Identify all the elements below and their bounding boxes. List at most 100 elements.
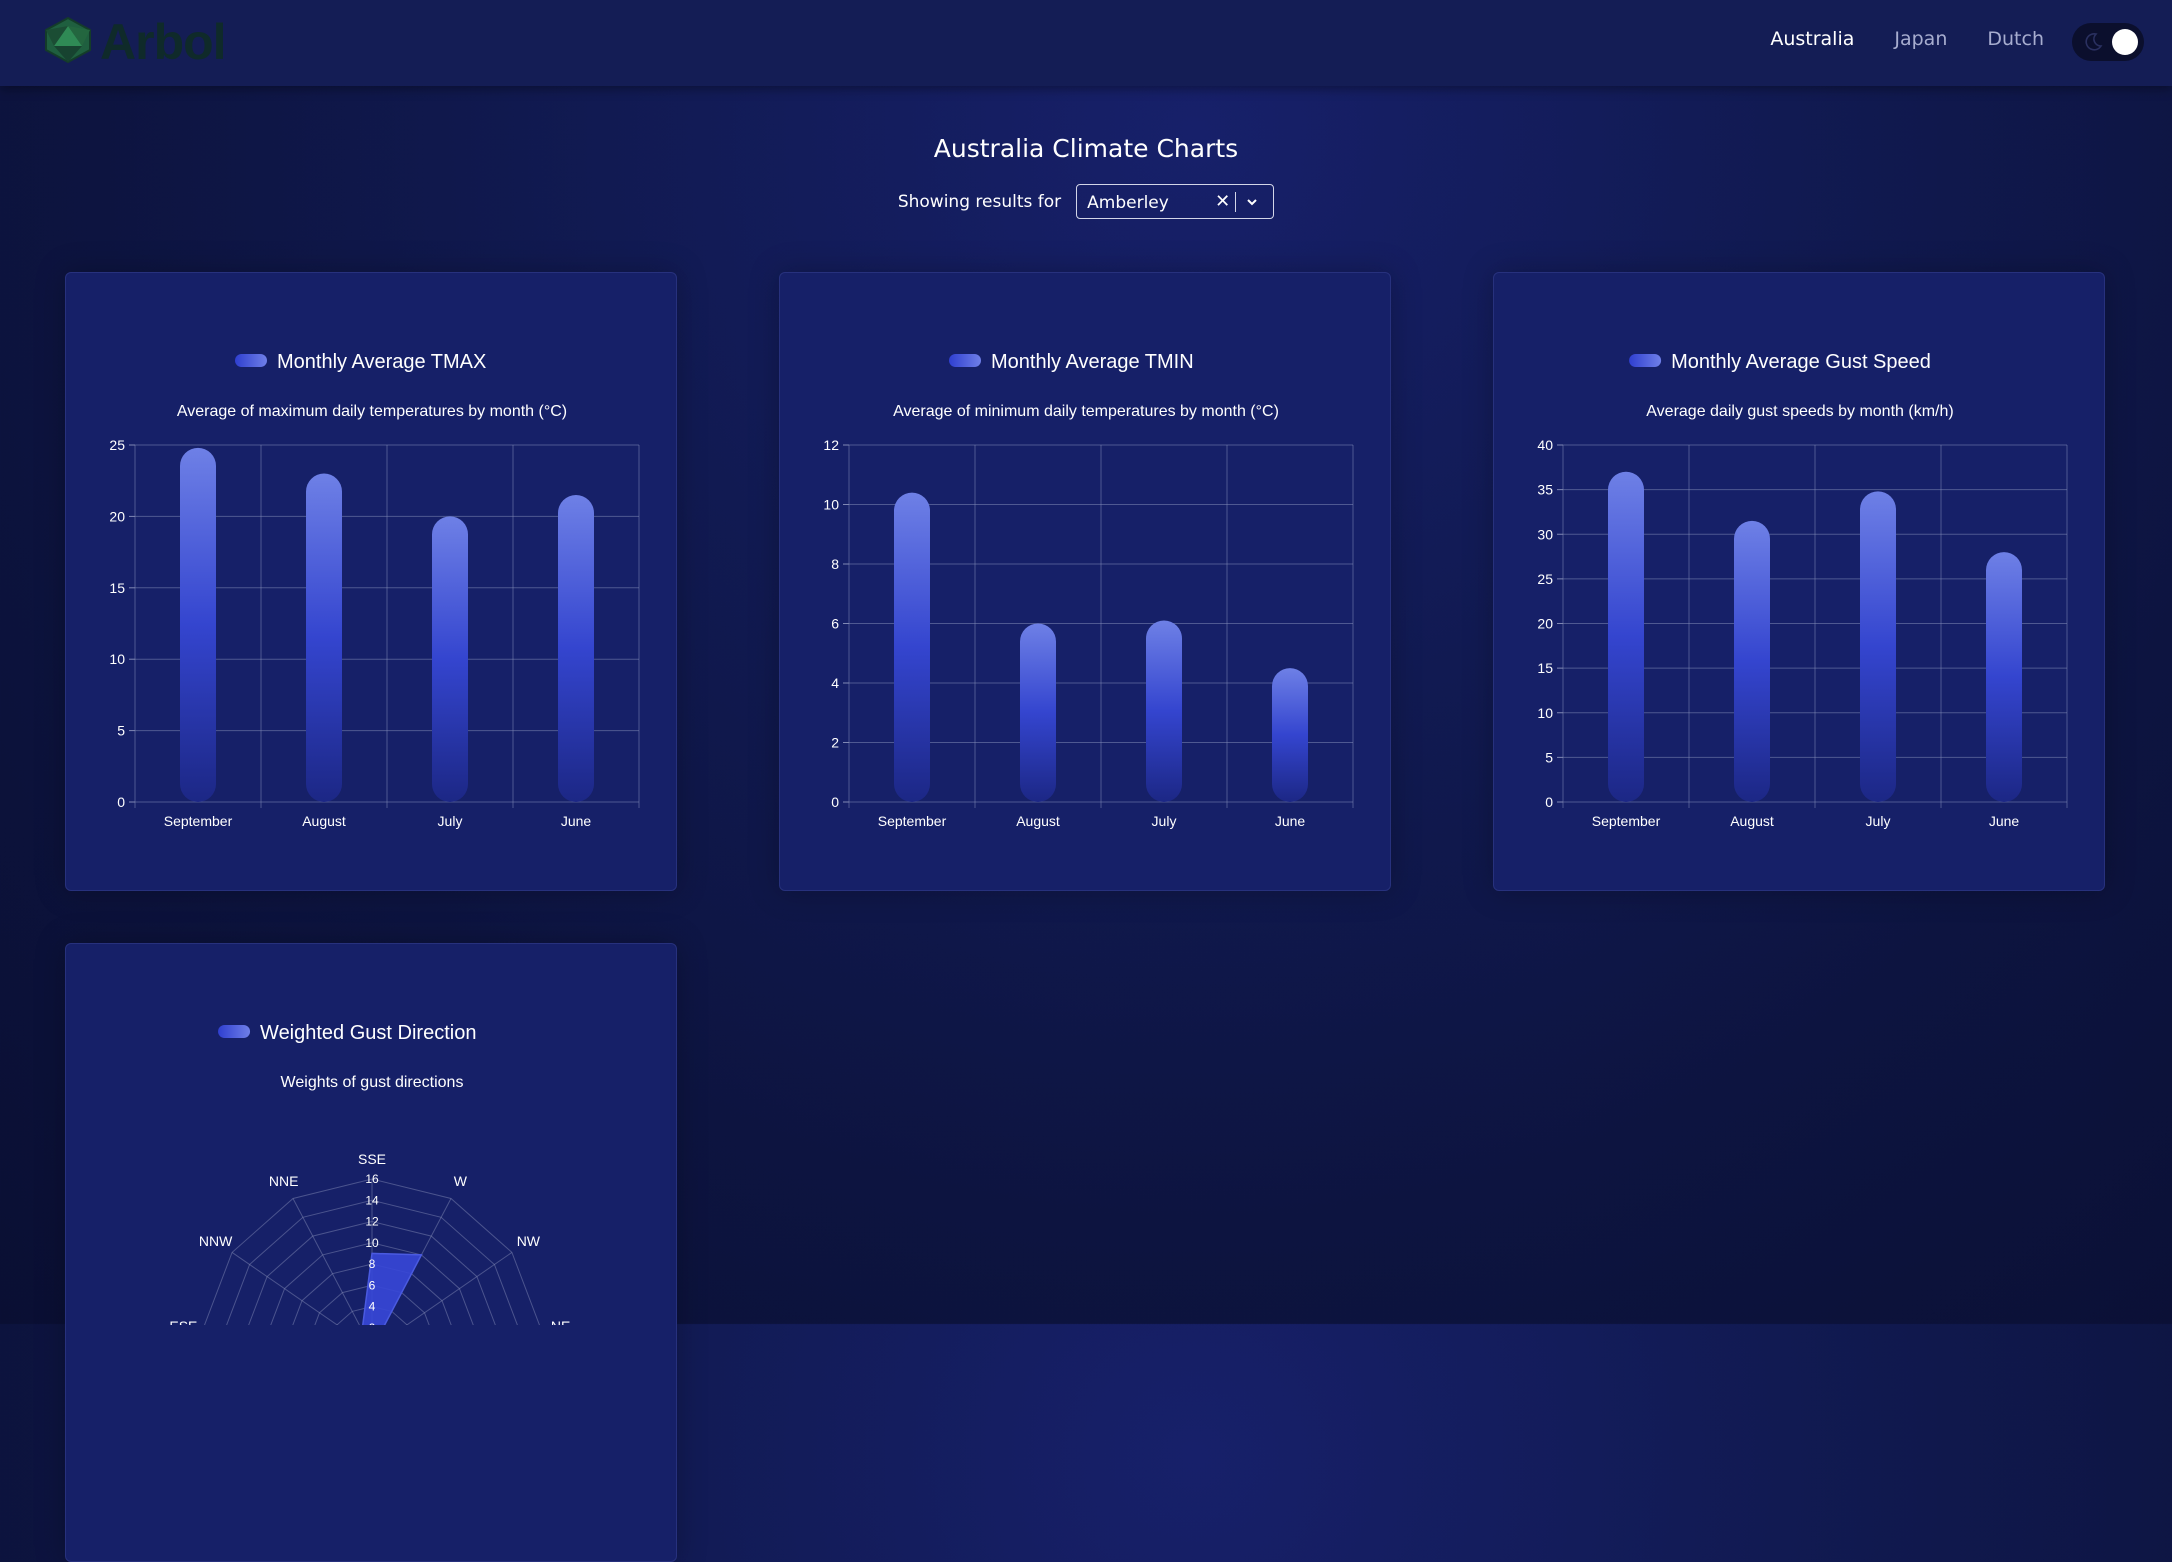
legend-label: Monthly Average TMAX: [277, 351, 486, 373]
y-tick-label: 0: [1545, 794, 1553, 810]
y-tick-label: 6: [831, 616, 839, 632]
x-tick-label: June: [1989, 813, 2020, 829]
bar: [558, 494, 594, 802]
chart-card-tmin: Monthly Average TMIN Average of minimum d…: [779, 272, 1391, 891]
logo-text: Arbol: [100, 14, 227, 70]
radar-chart: Weighted Gust Direction Weights of gust d…: [169, 1022, 570, 1325]
y-tick-label: 30: [1537, 526, 1553, 542]
logo[interactable]: Arbol: [42, 14, 227, 70]
chart-card-gust-speed: Monthly Average Gust Speed Average daily …: [1493, 272, 2105, 891]
radar-area: [362, 1252, 423, 1325]
legend-swatch: [1629, 354, 1662, 367]
arbol-logo-icon: [42, 16, 94, 68]
bar: [1986, 552, 2022, 802]
y-tick-label: 20: [1537, 616, 1553, 632]
chart-title: Average daily gust speeds by month (km/h…: [1646, 403, 1953, 420]
chart-title: Average of maximum daily temperatures by…: [177, 403, 567, 420]
y-tick-label: 15: [109, 580, 125, 596]
chart-title: Average of minimum daily temperatures by…: [893, 403, 1279, 420]
r-tick-label: 4: [369, 1300, 376, 1314]
axis-label-sse: SSE: [358, 1151, 386, 1167]
y-tick-label: 15: [1537, 660, 1553, 676]
bar: [432, 516, 468, 802]
r-tick-label: 10: [365, 1236, 379, 1250]
x-tick-label: July: [1866, 813, 1891, 829]
y-tick-label: 25: [1537, 571, 1553, 587]
bar-chart: Monthly Average TMAX Average of maximum d…: [109, 351, 640, 829]
y-tick-label: 0: [831, 794, 839, 810]
r-tick-label: 6: [369, 1278, 376, 1292]
y-tick-label: 5: [117, 723, 125, 739]
toggle-knob: [2112, 29, 2138, 55]
x-tick-label: August: [1730, 813, 1774, 829]
y-tick-label: 4: [831, 675, 839, 691]
x-tick-label: July: [438, 813, 463, 829]
navbar: Arbol Australia Japan Dutch: [0, 0, 2172, 86]
x-tick-label: September: [878, 813, 947, 829]
axis-label-nw: NW: [517, 1233, 541, 1249]
bar: [1146, 620, 1182, 802]
y-tick-label: 5: [1545, 749, 1553, 765]
y-tick-label: 35: [1537, 482, 1553, 498]
x-tick-label: July: [1152, 813, 1177, 829]
y-tick-label: 12: [823, 437, 839, 453]
station-select[interactable]: Amberley ✕: [1076, 184, 1275, 219]
x-tick-label: August: [302, 813, 346, 829]
bar: [1734, 520, 1770, 802]
y-tick-label: 10: [109, 651, 125, 667]
select-value: Amberley: [1087, 193, 1169, 213]
y-tick-label: 10: [823, 497, 839, 513]
bar: [1608, 471, 1644, 802]
bar: [180, 447, 216, 802]
bar-chart: Monthly Average Gust Speed Average daily …: [1537, 351, 2068, 829]
r-tick-label: 8: [369, 1257, 376, 1271]
y-tick-label: 20: [109, 508, 125, 524]
r-tick-label: 14: [365, 1193, 379, 1207]
x-tick-label: June: [1275, 813, 1306, 829]
bar: [1272, 668, 1308, 802]
page-title: Australia Climate Charts: [933, 134, 1239, 163]
y-tick-label: 10: [1537, 705, 1553, 721]
theme-toggle[interactable]: [2072, 23, 2144, 61]
nav-links: Australia Japan Dutch: [1770, 28, 2044, 50]
legend-swatch: [235, 354, 267, 367]
bar-chart: Monthly Average TMIN Average of minimum d…: [823, 351, 1354, 829]
select-separator: [1235, 192, 1237, 212]
radar-spoke: [292, 1198, 360, 1325]
y-tick-label: 2: [831, 735, 839, 751]
nav-link-dutch[interactable]: Dutch: [1987, 28, 2044, 50]
x-tick-label: August: [1016, 813, 1060, 829]
chart-card-gust-direction: Weighted Gust Direction Weights of gust d…: [65, 943, 677, 1562]
chart-title: Weights of gust directions: [281, 1074, 464, 1091]
y-tick-label: 25: [109, 437, 125, 453]
clear-icon[interactable]: ✕: [1215, 191, 1230, 212]
y-tick-label: 8: [831, 556, 839, 572]
legend-swatch: [949, 354, 981, 367]
bar: [1860, 491, 1896, 802]
x-tick-label: September: [164, 813, 233, 829]
axis-label-nnw: NNW: [199, 1233, 233, 1249]
y-tick-label: 0: [117, 794, 125, 810]
x-tick-label: September: [1592, 813, 1661, 829]
r-tick-label: 16: [365, 1172, 379, 1186]
r-tick-label: 12: [365, 1215, 379, 1229]
legend-label: Weighted Gust Direction: [260, 1022, 476, 1044]
legend-label: Monthly Average TMIN: [991, 351, 1194, 373]
chevron-down-icon[interactable]: [1245, 194, 1259, 213]
filter-row: Showing results for Amberley ✕: [0, 184, 2172, 219]
nav-link-australia[interactable]: Australia: [1770, 28, 1854, 50]
filter-label: Showing results for: [897, 191, 1062, 212]
y-tick-label: 40: [1537, 437, 1553, 453]
chart-card-tmax: Monthly Average TMAX Average of maximum d…: [65, 272, 677, 891]
axis-label-w: W: [454, 1173, 468, 1189]
bar: [306, 473, 342, 802]
r-tick-label: 2: [369, 1321, 376, 1325]
axis-label-nne: NNE: [269, 1173, 299, 1189]
x-tick-label: June: [561, 813, 592, 829]
legend-swatch: [218, 1025, 251, 1038]
moon-icon: [2082, 31, 2104, 57]
bar: [1020, 623, 1056, 802]
legend-label: Monthly Average Gust Speed: [1671, 351, 1931, 373]
nav-link-japan[interactable]: Japan: [1894, 28, 1947, 50]
bar: [894, 492, 930, 802]
